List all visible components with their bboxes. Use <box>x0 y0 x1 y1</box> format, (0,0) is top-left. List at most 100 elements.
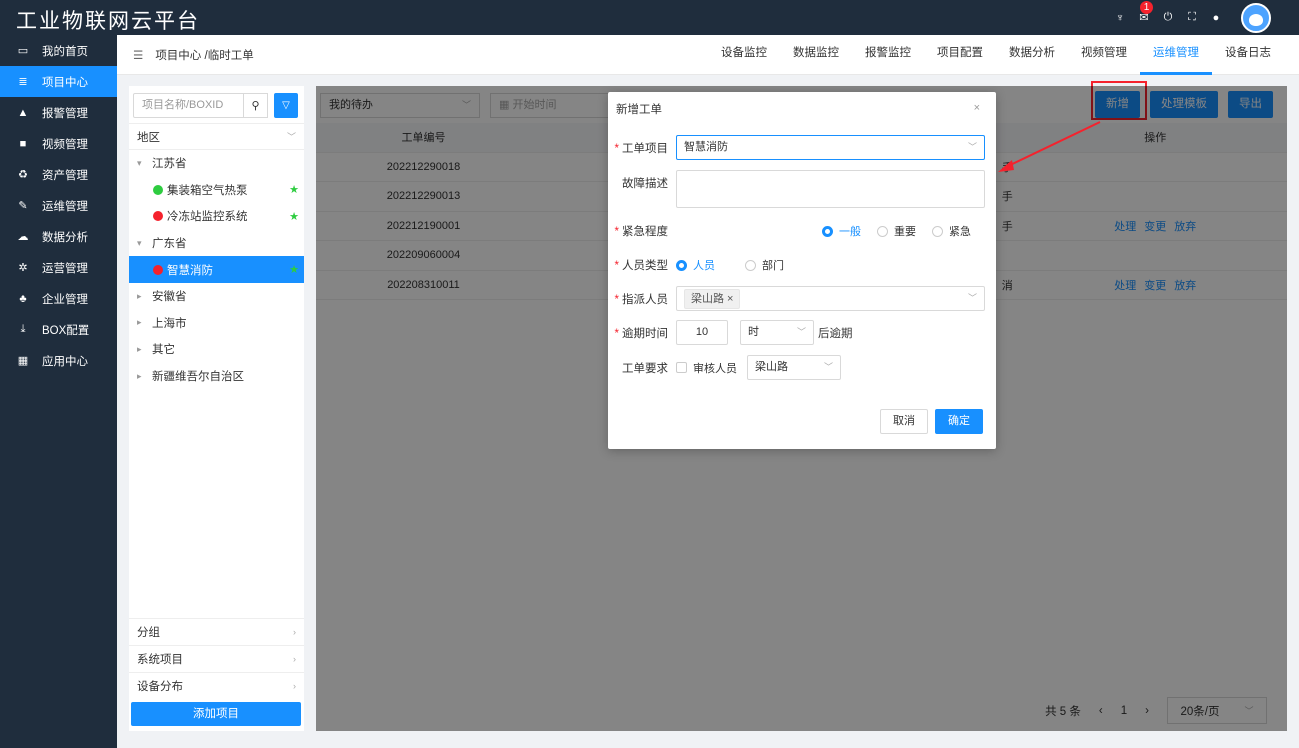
urgency-critical-radio[interactable]: 紧急 <box>932 223 971 239</box>
breadcrumb: 项目中心 /临时工单 <box>155 50 254 62</box>
notify-badge: 1 <box>1140 1 1153 14</box>
reviewer-value: 梁山路 <box>755 361 788 373</box>
tree-node[interactable]: 冷冻站监控系统 ★ <box>129 203 304 230</box>
project-label: 工单项目 <box>622 142 668 155</box>
tree-toggle-icon[interactable]: ▾ <box>137 158 152 169</box>
chevron-down-icon: ﹀ <box>796 327 806 337</box>
sidebar-item-label: 数据分析 <box>42 231 88 244</box>
tab-4[interactable]: 数据分析 <box>996 35 1068 75</box>
sidebar-item-3[interactable]: ■ 视频管理 <box>0 128 117 159</box>
mail-icon[interactable]: ✉ 1 <box>1137 1 1153 24</box>
tab-5[interactable]: 视频管理 <box>1068 35 1140 75</box>
person-type-person-radio[interactable]: 人员 <box>676 257 715 273</box>
tree-node[interactable]: ▸ 上海市 <box>129 310 304 337</box>
assignee-select[interactable]: 梁山路 × ﹀ <box>676 286 985 311</box>
sidebar-item-7[interactable]: ✲ 运营管理 <box>0 252 117 283</box>
tree-toggle-icon[interactable]: ▸ <box>137 371 152 382</box>
overdue-unit-select[interactable]: 时 ﹀ <box>740 320 814 345</box>
top-bar: 工业物联网云平台 ♆ ✉ 1 ⏻ ⛶ ● <box>0 0 1299 35</box>
sidebar-item-0[interactable]: ▭ 我的首页 <box>0 35 117 66</box>
add-project-button[interactable]: 添加项目 <box>131 702 301 726</box>
tree-node[interactable]: ▸ 新疆维吾尔自治区 <box>129 363 304 390</box>
tree-toggle-icon[interactable]: ▸ <box>137 317 152 328</box>
chevron-down-icon: ﹀ <box>967 293 977 303</box>
tab-6[interactable]: 运维管理 <box>1140 35 1212 75</box>
tab-0[interactable]: 设备监控 <box>708 35 780 75</box>
sidebar-item-6[interactable]: ☁ 数据分析 <box>0 221 117 252</box>
tree-node[interactable]: ▾ 广东省 <box>129 230 304 257</box>
tree-node-label: 智慧消防 <box>167 264 213 277</box>
tree-toggle-icon[interactable]: ▾ <box>137 238 152 249</box>
confirm-button[interactable]: 确定 <box>935 409 983 434</box>
sidebar-item-8[interactable]: ♣ 企业管理 <box>0 283 117 314</box>
sidebar-item-2[interactable]: ▲ 报警管理 <box>0 97 117 128</box>
status-dot-icon <box>153 264 163 275</box>
tab-2[interactable]: 报警监控 <box>852 35 924 75</box>
fullscreen-icon[interactable]: ⛶ <box>1185 11 1199 24</box>
tab-1[interactable]: 数据监控 <box>780 35 852 75</box>
app-title: 工业物联网云平台 <box>16 9 200 33</box>
dialog-title: 新增工单 <box>616 104 662 116</box>
star-icon[interactable]: ★ <box>289 210 299 223</box>
tree-node[interactable]: ▾ 江苏省 <box>129 150 304 177</box>
bell-icon: ▲ <box>17 106 29 119</box>
tab-3[interactable]: 项目配置 <box>924 35 996 75</box>
sidebar-item-10[interactable]: ▦ 应用中心 <box>0 345 117 376</box>
tree-node-label: 广东省 <box>152 238 187 251</box>
sidebar-item-label: 运营管理 <box>42 262 88 275</box>
overdue-input[interactable]: 10 <box>676 320 728 345</box>
region-label: 地区 <box>137 131 160 144</box>
monitor-icon: ▭ <box>17 45 29 57</box>
urgency-normal-radio[interactable]: 一般 <box>822 223 861 239</box>
sidebar-item-label: 项目中心 <box>42 76 88 89</box>
urgency-important-radio[interactable]: 重要 <box>877 223 916 239</box>
description-textarea[interactable] <box>676 170 985 208</box>
tree-icon[interactable]: ♆ <box>1113 12 1127 24</box>
person-type-dept-radio[interactable]: 部门 <box>745 257 784 273</box>
tree-toggle-icon[interactable]: ▸ <box>137 291 152 302</box>
power-icon[interactable]: ⏻ <box>1161 11 1175 24</box>
overdue-suffix: 后逾期 <box>818 327 853 340</box>
chevron-right-icon: › <box>293 627 296 637</box>
sidebar-item-label: 我的首页 <box>42 45 88 58</box>
reviewer-checkbox[interactable]: 审核人员 <box>676 360 737 376</box>
tab-7[interactable]: 设备日志 <box>1212 35 1284 75</box>
star-icon[interactable]: ★ <box>289 183 299 196</box>
group-item[interactable]: 设备分布 › <box>129 672 304 699</box>
project-search-input[interactable]: 项目名称/BOXID <box>133 93 244 118</box>
sidebar-item-4[interactable]: ♻ 资产管理 <box>0 159 117 190</box>
reviewer-select[interactable]: 梁山路 ﹀ <box>747 355 841 380</box>
filter-icon[interactable]: ▽ <box>274 93 298 118</box>
overdue-label: 逾期时间 <box>622 327 668 340</box>
sidebar-item-label: 应用中心 <box>42 355 88 368</box>
assignee-tag[interactable]: 梁山路 × <box>684 288 741 309</box>
search-icon[interactable]: ⚲ <box>244 93 268 118</box>
sidebar-item-label: 资产管理 <box>42 169 88 182</box>
sidebar-item-5[interactable]: ✎ 运维管理 <box>0 190 117 221</box>
tree-node[interactable]: ▸ 其它 <box>129 336 304 363</box>
project-tree-panel: 项目名称/BOXID ⚲ ▽ 地区 ﹀ ▾ 江苏省 集装箱空气热泵 ★ 冷冻站监控系统 ★… <box>129 86 304 731</box>
star-icon[interactable]: ★ <box>289 263 299 276</box>
group-item[interactable]: 分组 › <box>129 618 304 645</box>
sidebar-item-9[interactable]: ⤓ BOX配置 <box>0 314 117 345</box>
tree-toggle-icon[interactable]: ▸ <box>137 344 152 355</box>
sidebar-item-label: 报警管理 <box>42 107 88 120</box>
avatar[interactable] <box>1241 2 1271 33</box>
tree-node[interactable]: 智慧消防 ★ <box>129 256 304 283</box>
cancel-button[interactable]: 取消 <box>880 409 928 434</box>
project-select[interactable]: 智慧消防 ﹀ <box>676 135 985 160</box>
menu-toggle-icon[interactable]: ☰ <box>133 48 143 62</box>
tree-node[interactable]: 集装箱空气热泵 ★ <box>129 177 304 204</box>
org-icon: ♣ <box>19 292 27 305</box>
region-header[interactable]: 地区 ﹀ <box>129 123 304 150</box>
grid-icon: ▦ <box>17 355 29 367</box>
sidebar-item-1[interactable]: ≣ 项目中心 <box>0 66 117 97</box>
globe-icon[interactable]: ● <box>1209 12 1223 24</box>
sidebar-item-label: 视频管理 <box>42 138 88 151</box>
tree-node[interactable]: ▸ 安徽省 <box>129 283 304 310</box>
status-dot-icon <box>153 184 163 195</box>
region-tree: ▾ 江苏省 集装箱空气热泵 ★ 冷冻站监控系统 ★ ▾ 广东省 智慧消防 ★ ▸ 安徽省 ▸ 上海市 ▸ 其它… <box>129 150 304 389</box>
group-item[interactable]: 系统项目 › <box>129 645 304 672</box>
close-icon[interactable]: × <box>974 102 980 114</box>
person-type-label: 人员类型 <box>622 260 668 272</box>
